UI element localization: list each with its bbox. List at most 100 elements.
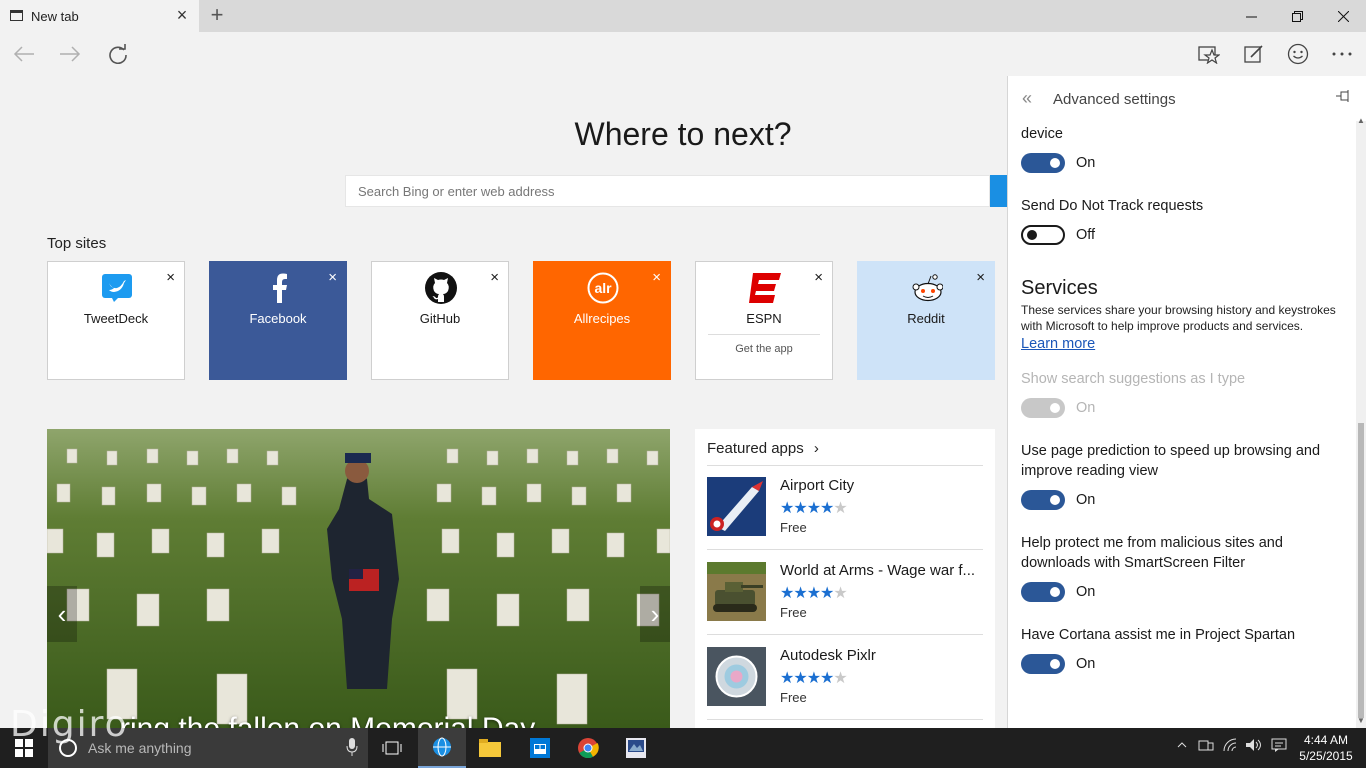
- tile-label: Reddit: [907, 311, 945, 326]
- taskbar-edge-browser[interactable]: [418, 728, 466, 768]
- app-item-world-at-arms[interactable]: World at Arms - Wage war f... ★★★★★ Free: [707, 550, 983, 634]
- tab-new-tab[interactable]: New tab ×: [0, 0, 199, 32]
- app-price: Free: [780, 605, 807, 620]
- refresh-icon: [109, 44, 127, 64]
- divider: [707, 719, 983, 720]
- featured-apps-title[interactable]: Featured apps ›: [707, 440, 819, 457]
- taskbar-file-explorer[interactable]: [466, 728, 514, 768]
- back-arrow-icon: [13, 46, 34, 62]
- setting-label: Send Do Not Track requests: [1021, 198, 1204, 214]
- app-item-autodesk-pixlr[interactable]: Autodesk Pixlr ★★★★★ Free: [707, 635, 983, 719]
- top-site-reddit[interactable]: Reddit ×: [857, 261, 995, 380]
- restore-button[interactable]: [1274, 0, 1320, 32]
- page-prediction-toggle[interactable]: [1021, 490, 1065, 510]
- taskbar-app[interactable]: [612, 728, 660, 768]
- top-site-tweetdeck[interactable]: TweetDeck ×: [47, 261, 185, 380]
- forward-arrow-icon: [60, 46, 81, 62]
- top-site-facebook[interactable]: Facebook ×: [209, 261, 347, 380]
- search-input[interactable]: [346, 176, 989, 206]
- tray-device-icon[interactable]: [1198, 738, 1214, 755]
- hub-button[interactable]: [1194, 40, 1224, 68]
- learn-more-link[interactable]: Learn more: [1021, 336, 1095, 352]
- star-rating: ★★★★★: [780, 670, 848, 687]
- smiley-icon: [1287, 43, 1309, 65]
- taskbar: Ask me anything 4:44 AM 5/25/2015: [0, 728, 1366, 768]
- address-search-box[interactable]: [345, 175, 990, 207]
- app-price: Free: [780, 690, 807, 705]
- forward-button[interactable]: [55, 40, 85, 68]
- tile-close-icon[interactable]: ×: [976, 270, 985, 285]
- do-not-track-toggle[interactable]: [1021, 225, 1065, 245]
- airport-city-icon: [707, 477, 766, 536]
- scroll-up-icon[interactable]: ▲: [1357, 116, 1365, 125]
- hub-star-icon: [1198, 46, 1220, 64]
- services-heading: Services: [1021, 277, 1098, 299]
- minimize-icon: [1245, 16, 1257, 17]
- close-window-button[interactable]: [1320, 0, 1366, 32]
- top-site-github[interactable]: GitHub ×: [371, 261, 509, 380]
- microphone-icon[interactable]: [346, 738, 358, 759]
- search-go-button[interactable]: [990, 175, 1008, 207]
- github-logo-icon: [425, 272, 457, 304]
- reddit-alien-icon: [911, 272, 943, 304]
- app-name: Airport City: [780, 477, 855, 494]
- device-toggle[interactable]: [1021, 153, 1065, 173]
- news-next-button[interactable]: ›: [640, 586, 670, 642]
- more-dots-icon: [1332, 52, 1352, 56]
- top-site-allrecipes[interactable]: alr Allrecipes ×: [533, 261, 671, 380]
- pin-icon[interactable]: [1336, 89, 1352, 105]
- clock-time: 4:44 AM: [1303, 733, 1349, 747]
- cortana-toggle[interactable]: [1021, 654, 1065, 674]
- tab-close-button[interactable]: ×: [174, 6, 190, 24]
- folder-icon: [479, 739, 501, 757]
- top-site-espn[interactable]: ESPN Get the app ×: [695, 261, 833, 380]
- news-prev-button[interactable]: ‹: [47, 586, 77, 642]
- system-clock[interactable]: 4:44 AM 5/25/2015: [1296, 732, 1356, 764]
- tile-close-icon[interactable]: ×: [490, 270, 499, 285]
- tile-label: TweetDeck: [83, 311, 149, 326]
- taskbar-chrome[interactable]: [564, 728, 612, 768]
- back-button[interactable]: [9, 40, 39, 68]
- allrecipes-logo-icon: alr: [587, 272, 619, 304]
- show-hidden-icons[interactable]: [1177, 738, 1187, 753]
- title-bar: New tab × +: [0, 0, 1366, 32]
- tile-close-icon[interactable]: ×: [814, 270, 823, 285]
- more-button[interactable]: [1327, 40, 1357, 68]
- news-hero-image[interactable]: [47, 429, 670, 728]
- tile-close-icon[interactable]: ×: [328, 270, 337, 285]
- get-the-app-link[interactable]: Get the app: [696, 343, 832, 355]
- top-sites-label: Top sites: [47, 235, 107, 252]
- action-center-icon[interactable]: [1271, 738, 1287, 755]
- taskbar-store[interactable]: [516, 728, 564, 768]
- back-double-chevron-icon[interactable]: «: [1022, 88, 1032, 109]
- chrome-icon: [578, 738, 599, 759]
- volume-icon[interactable]: [1245, 738, 1263, 755]
- autodesk-pixlr-icon: [707, 647, 766, 706]
- refresh-button[interactable]: [103, 40, 133, 68]
- new-tab-button[interactable]: +: [207, 4, 227, 26]
- tile-label: Facebook: [249, 311, 307, 326]
- app-window-icon: [626, 738, 646, 758]
- app-item-airport-city[interactable]: Airport City ★★★★★ Free: [707, 465, 983, 549]
- toggle-state: On: [1076, 584, 1096, 600]
- wifi-icon[interactable]: [1223, 738, 1239, 755]
- minimize-button[interactable]: [1228, 0, 1274, 32]
- tile-label: ESPN: [746, 311, 782, 326]
- svg-text:alr: alr: [594, 280, 612, 296]
- tile-close-icon[interactable]: ×: [166, 270, 175, 285]
- smartscreen-toggle[interactable]: [1021, 582, 1065, 602]
- task-view-button[interactable]: [368, 728, 416, 768]
- scrollbar-thumb[interactable]: [1358, 423, 1364, 718]
- feedback-button[interactable]: [1283, 40, 1313, 68]
- services-description: These services share your browsing histo…: [1021, 303, 1336, 333]
- toggle-state: Off: [1076, 227, 1096, 243]
- web-note-icon: [1244, 45, 1263, 63]
- memorial-day-photo: [47, 429, 670, 728]
- toggle-state: On: [1076, 656, 1096, 672]
- tile-label: GitHub: [419, 311, 461, 326]
- app-name: World at Arms - Wage war f...: [780, 562, 976, 579]
- featured-apps-panel: Featured apps › Airport City ★★★★★ Free …: [695, 429, 995, 728]
- scroll-down-icon[interactable]: ▼: [1357, 716, 1365, 725]
- web-note-button[interactable]: [1239, 40, 1269, 68]
- tile-close-icon[interactable]: ×: [652, 270, 661, 285]
